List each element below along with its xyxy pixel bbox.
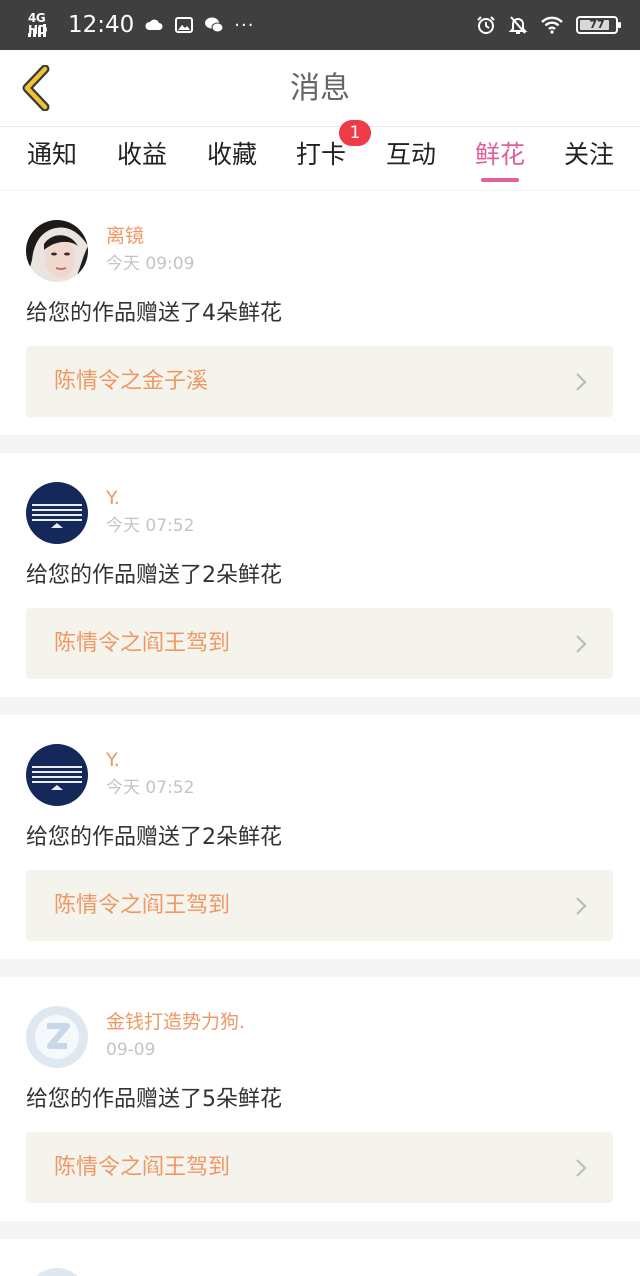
username[interactable]: Y. bbox=[106, 487, 120, 509]
tab-label: 通知 bbox=[26, 140, 77, 169]
avatar bbox=[26, 1268, 88, 1276]
work-link[interactable]: 陈情令之金子溪 bbox=[26, 346, 613, 417]
chevron-right-icon bbox=[576, 373, 587, 391]
gift-message: 给您的作品赠送了2朵鲜花 bbox=[26, 563, 282, 588]
gift-message: 给您的作品赠送了2朵鲜花 bbox=[26, 825, 282, 850]
work-title: 陈情令之金子溪 bbox=[54, 369, 209, 394]
tab-bar: 通知 收益 收藏 打卡 1 互动 鲜花 关注 bbox=[0, 120, 640, 190]
avatar[interactable] bbox=[26, 482, 88, 544]
avatar[interactable] bbox=[26, 744, 88, 806]
tab-label: 收益 bbox=[116, 140, 167, 169]
work-title: 陈情令之阎王驾到 bbox=[54, 1155, 231, 1180]
gift-message: 给您的作品赠送了5朵鲜花 bbox=[26, 1087, 282, 1112]
battery-icon: 77 bbox=[576, 16, 621, 34]
page-title: 消息 bbox=[290, 71, 350, 106]
list-item[interactable]: 离镜 今天 09:09 给您的作品赠送了4朵鲜花 陈情令之金子溪 bbox=[0, 191, 640, 435]
timestamp: 今天 07:52 bbox=[106, 778, 195, 798]
battery-level: 77 bbox=[589, 18, 605, 31]
signal-icon: 4G HD bbox=[28, 10, 58, 40]
tab-label: 鲜花 bbox=[474, 140, 525, 169]
gallery-icon bbox=[175, 17, 194, 33]
mute-icon bbox=[508, 16, 528, 34]
tab-label: 收藏 bbox=[206, 140, 257, 169]
username[interactable]: 离镜 bbox=[106, 225, 144, 247]
chevron-right-icon bbox=[576, 635, 587, 653]
tab-earnings[interactable]: 收益 bbox=[116, 127, 168, 190]
alarm-icon bbox=[477, 16, 495, 34]
work-title: 陈情令之阎王驾到 bbox=[54, 631, 231, 656]
work-link[interactable]: 陈情令之阎王驾到 bbox=[26, 1132, 613, 1203]
status-bar-right: 77 bbox=[476, 10, 621, 40]
work-link[interactable]: 陈情令之阎王驾到 bbox=[26, 608, 613, 679]
unread-badge: 1 bbox=[339, 120, 371, 146]
timestamp: 今天 07:52 bbox=[106, 516, 195, 536]
work-title: 陈情令之阎王驾到 bbox=[54, 893, 231, 918]
active-tab-indicator bbox=[481, 178, 519, 182]
avatar[interactable] bbox=[26, 220, 88, 282]
list-item[interactable]: 金钱打造势力狗. 09-09 给您的作品赠送了5朵鲜花 陈情令之阎王驾到 bbox=[0, 977, 640, 1221]
gift-message: 给您的作品赠送了4朵鲜花 bbox=[26, 301, 282, 326]
timestamp: 09-09 bbox=[106, 1040, 156, 1060]
tab-favorites[interactable]: 收藏 bbox=[206, 127, 258, 190]
list-item[interactable]: Y. 今天 07:52 给您的作品赠送了2朵鲜花 陈情令之阎王驾到 bbox=[0, 715, 640, 959]
weather-icon bbox=[145, 19, 163, 30]
status-bar-left: 4G HD 12:40 ··· bbox=[28, 8, 254, 42]
tab-label: 关注 bbox=[563, 140, 614, 169]
more-notifications-icon: ··· bbox=[234, 14, 255, 36]
tab-checkin[interactable]: 打卡 1 bbox=[295, 120, 371, 190]
list-item[interactable]: Y. 今天 07:52 给您的作品赠送了2朵鲜花 陈情令之阎王驾到 bbox=[0, 453, 640, 697]
work-link[interactable]: 陈情令之阎王驾到 bbox=[26, 870, 613, 941]
wifi-icon bbox=[541, 16, 563, 34]
tab-label: 互动 bbox=[385, 140, 436, 169]
status-bar: 4G HD 12:40 ··· bbox=[0, 0, 640, 50]
list-item-partial[interactable] bbox=[0, 1239, 640, 1276]
timestamp: 今天 09:09 bbox=[106, 254, 195, 274]
tab-notifications[interactable]: 通知 bbox=[26, 127, 78, 190]
tab-interactions[interactable]: 互动 bbox=[385, 127, 437, 190]
tab-following[interactable]: 关注 bbox=[563, 127, 615, 190]
header-bar: 消息 bbox=[0, 50, 640, 127]
wechat-icon bbox=[205, 17, 224, 33]
chevron-right-icon bbox=[576, 1159, 587, 1177]
clock: 12:40 bbox=[68, 12, 135, 38]
tab-flowers[interactable]: 鲜花 bbox=[474, 127, 526, 190]
avatar[interactable] bbox=[26, 1006, 88, 1068]
username[interactable]: Y. bbox=[106, 749, 120, 771]
chevron-right-icon bbox=[576, 897, 587, 915]
tab-label: 打卡 bbox=[295, 140, 346, 169]
username[interactable]: 金钱打造势力狗. bbox=[106, 1011, 245, 1033]
